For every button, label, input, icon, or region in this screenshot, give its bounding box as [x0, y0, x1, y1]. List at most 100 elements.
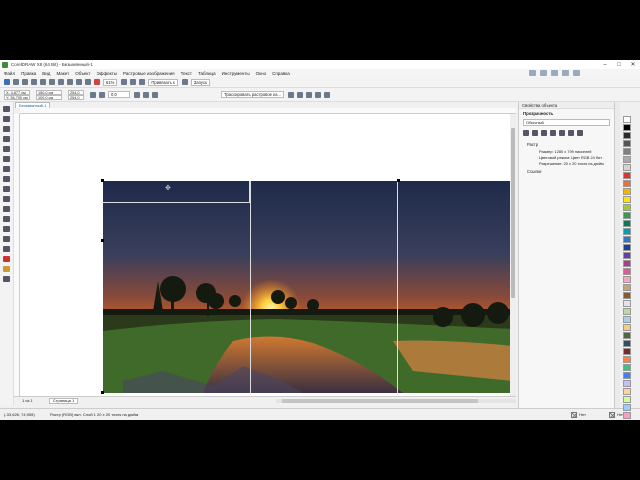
ellipse-tool-icon[interactable] — [3, 176, 10, 182]
selection-handle-top[interactable] — [397, 179, 400, 182]
crop-tool-icon[interactable] — [3, 126, 10, 132]
color-swatch[interactable] — [623, 244, 631, 251]
color-swatch[interactable] — [623, 372, 631, 379]
rectangle-tool-icon[interactable] — [3, 166, 10, 172]
color-swatch[interactable] — [623, 236, 631, 243]
trace-bitmap-select[interactable]: Трассировать растровое из... — [221, 91, 284, 98]
settings-icon[interactable] — [551, 70, 558, 76]
color-swatch[interactable] — [623, 340, 631, 347]
height-input[interactable]: 100,0 см — [36, 94, 62, 100]
color-swatch[interactable] — [623, 148, 631, 155]
snap-to-select[interactable]: Привязать к — [148, 78, 178, 86]
edit-bitmap-icon[interactable] — [152, 91, 158, 98]
shape-tool-icon[interactable] — [3, 116, 10, 122]
close-button[interactable]: ✕ — [626, 60, 640, 69]
crop-bitmap-icon[interactable] — [287, 91, 294, 98]
cut-icon[interactable] — [31, 79, 37, 85]
color-swatch[interactable] — [623, 324, 631, 331]
drop-shadow-tool-icon[interactable] — [3, 226, 10, 232]
bitmap-pattern-transparency-icon[interactable] — [559, 130, 565, 136]
zoom-level-select[interactable]: 61% — [103, 78, 118, 86]
connector-tool-icon[interactable] — [3, 216, 10, 222]
color-swatch[interactable] — [623, 172, 631, 179]
export-icon[interactable] — [85, 79, 91, 85]
color-swatch[interactable] — [623, 404, 631, 411]
color-swatch[interactable] — [623, 260, 631, 267]
selection-handle-left[interactable] — [101, 239, 104, 242]
color-swatch[interactable] — [623, 212, 631, 219]
rotate-icon[interactable] — [99, 91, 105, 98]
minimize-button[interactable]: – — [598, 60, 612, 69]
color-swatch[interactable] — [623, 180, 631, 187]
selection-handle-top-left[interactable] — [101, 179, 104, 182]
scale-height-input[interactable]: 254,0 — [68, 94, 84, 100]
selection-handle-bottom-left[interactable] — [101, 391, 104, 394]
color-swatch[interactable] — [623, 356, 631, 363]
docker-side-tabs[interactable] — [614, 102, 620, 408]
open-icon[interactable] — [13, 79, 19, 85]
merge-mode-select[interactable]: Обычный — [523, 119, 610, 126]
lock-ratio-icon[interactable] — [90, 91, 96, 98]
menu-effects[interactable]: Эффекты — [97, 71, 117, 76]
fountain-transparency-icon[interactable] — [541, 130, 547, 136]
color-swatch[interactable] — [623, 332, 631, 339]
color-swatch[interactable] — [623, 348, 631, 355]
color-swatch[interactable] — [623, 316, 631, 323]
no-transparency-icon[interactable] — [523, 130, 529, 136]
search-content-icon[interactable] — [529, 70, 536, 76]
vertical-scrollbar[interactable] — [510, 114, 516, 396]
mirror-horizontal-icon[interactable] — [134, 91, 140, 98]
wrap-text-icon[interactable] — [314, 91, 321, 98]
color-swatch[interactable] — [623, 284, 631, 291]
paste-icon[interactable] — [49, 79, 55, 85]
color-swatch[interactable] — [623, 292, 631, 299]
import-icon[interactable] — [76, 79, 82, 85]
new-document-icon[interactable] — [4, 79, 10, 85]
links-section-header[interactable]: Ссылки — [519, 167, 614, 176]
bitmap-color-mask-icon[interactable] — [305, 91, 312, 98]
color-swatch[interactable] — [623, 228, 631, 235]
text-tool-icon[interactable] — [3, 196, 10, 202]
menu-object[interactable]: Объект — [75, 71, 90, 76]
product-details-icon[interactable] — [540, 70, 547, 76]
rotation-angle-input[interactable]: 0,0 — [108, 91, 130, 98]
color-swatch[interactable] — [623, 252, 631, 259]
freehand-tool-icon[interactable] — [3, 146, 10, 152]
color-swatch[interactable] — [623, 116, 631, 123]
color-swatch[interactable] — [623, 164, 631, 171]
redo-icon[interactable] — [67, 79, 73, 85]
drawing-canvas[interactable]: ✥ — [20, 114, 516, 396]
color-swatch[interactable] — [623, 380, 631, 387]
workspace-icon[interactable] — [562, 70, 569, 76]
color-swatch[interactable] — [623, 388, 631, 395]
vertical-scroll-thumb[interactable] — [511, 128, 515, 298]
rulers-icon[interactable] — [130, 79, 137, 85]
resample-icon[interactable] — [296, 91, 303, 98]
menu-file[interactable]: Файл — [4, 71, 15, 76]
color-swatch[interactable] — [623, 188, 631, 195]
artistic-media-tool-icon[interactable] — [3, 156, 10, 162]
grid-icon[interactable] — [139, 79, 146, 85]
menu-bitmaps[interactable]: Растровые изображения — [123, 71, 175, 76]
texture-transparency-icon[interactable] — [577, 130, 583, 136]
color-swatch[interactable] — [623, 204, 631, 211]
color-swatch[interactable] — [623, 124, 631, 131]
color-swatch[interactable] — [623, 364, 631, 371]
publish-pdf-icon[interactable] — [94, 79, 100, 85]
menu-edit[interactable]: Правка — [21, 71, 36, 76]
zoom-tool-icon[interactable] — [3, 136, 10, 142]
horizontal-scroll-thumb[interactable] — [282, 399, 478, 403]
copy-icon[interactable] — [40, 79, 46, 85]
color-swatch[interactable] — [623, 308, 631, 315]
horizontal-scrollbar[interactable] — [276, 399, 516, 403]
mirror-vertical-icon[interactable] — [143, 91, 149, 98]
interactive-fill-icon[interactable] — [3, 256, 10, 262]
menu-tools[interactable]: Инструменты — [222, 71, 250, 76]
color-swatch[interactable] — [623, 276, 631, 283]
polygon-tool-icon[interactable] — [3, 186, 10, 192]
menu-view[interactable]: Вид — [42, 71, 50, 76]
menu-table[interactable]: Таблица — [198, 71, 216, 76]
page-nav-counter[interactable]: 1 из 1 — [22, 398, 33, 403]
fullscreen-icon[interactable] — [121, 79, 128, 85]
vector-pattern-transparency-icon[interactable] — [550, 130, 556, 136]
